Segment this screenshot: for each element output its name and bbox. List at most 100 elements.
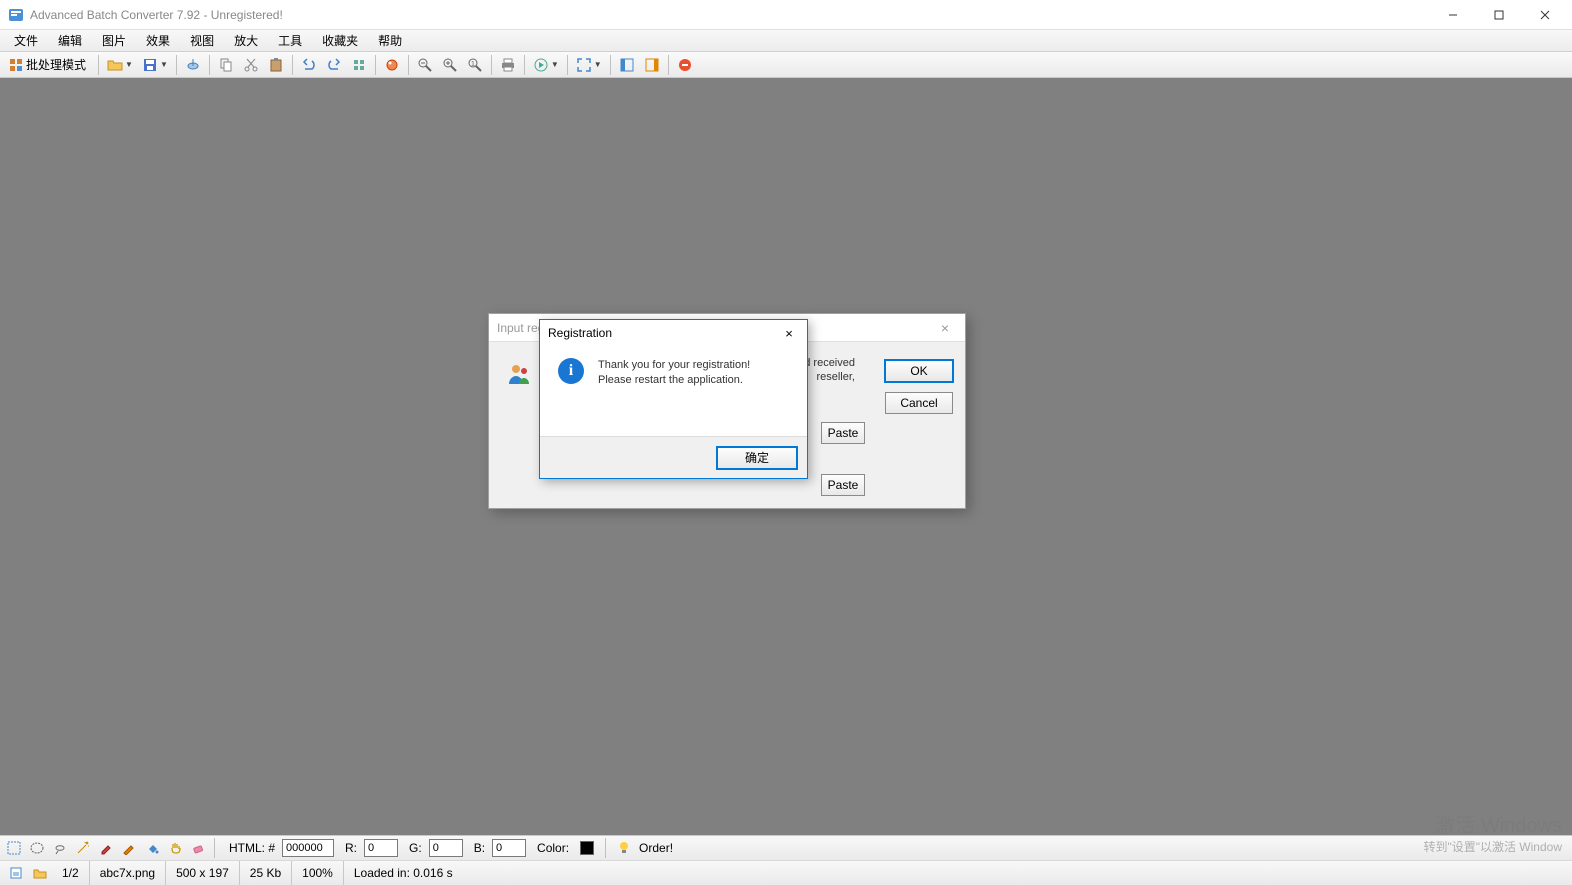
effects-icon [384,57,400,73]
reg-paste-button-1[interactable]: Paste [821,422,865,444]
color-label: Color: [529,841,573,855]
history-button[interactable] [347,54,371,76]
menu-help[interactable]: 帮助 [368,30,412,51]
fullscreen-button[interactable]: ▼ [572,54,606,76]
menu-image[interactable]: 图片 [92,30,136,51]
print-button[interactable] [496,54,520,76]
order-link[interactable]: Order! [635,841,677,855]
reg-cancel-button[interactable]: Cancel [885,392,953,414]
html-color-input[interactable] [282,839,334,857]
r-label: R: [337,841,361,855]
copy-button[interactable] [214,54,238,76]
redo-icon [326,57,342,73]
scanner-icon [185,57,201,73]
minimize-button[interactable] [1430,0,1476,30]
window-title: Advanced Batch Converter 7.92 - Unregist… [30,8,1430,22]
filename: abc7x.png [90,861,166,885]
stop-button[interactable] [673,54,697,76]
reg-dialog-close-button[interactable]: × [933,320,957,336]
menu-view[interactable]: 视图 [180,30,224,51]
save-button[interactable]: ▼ [138,54,172,76]
menu-favorites[interactable]: 收藏夹 [312,30,368,51]
menubar: 文件 编辑 图片 效果 视图 放大 工具 收藏夹 帮助 [0,30,1572,52]
redo-button[interactable] [322,54,346,76]
undo-icon [301,57,317,73]
maximize-button[interactable] [1476,0,1522,30]
panel-left-button[interactable] [615,54,639,76]
zoom-out-button[interactable] [413,54,437,76]
menu-effect[interactable]: 效果 [136,30,180,51]
effects-button[interactable] [380,54,404,76]
reg-ok-button[interactable]: OK [885,360,953,382]
paste-button[interactable] [264,54,288,76]
hand-tool[interactable] [165,838,185,858]
cut-icon [243,57,259,73]
panel-right-icon [644,57,660,73]
save-icon [142,57,158,73]
folder-button[interactable] [30,863,50,883]
registration-alert-dialog: Registration × i Thank you for your regi… [539,319,808,479]
bulb-icon [616,840,632,856]
zoom-level: 100% [292,861,344,885]
page-index: 1/2 [52,861,90,885]
menu-file[interactable]: 文件 [4,30,48,51]
filesize: 25 Kb [240,861,292,885]
alert-ok-button[interactable]: 确定 [717,447,797,469]
alert-close-button[interactable]: × [779,326,799,341]
menu-zoom[interactable]: 放大 [224,30,268,51]
batch-icon [8,57,24,73]
toolbar: 批处理模式 ▼ ▼ 1 ▼ ▼ [0,52,1572,78]
menu-tools[interactable]: 工具 [268,30,312,51]
reg-dialog-title: Input reg [497,321,544,335]
alert-title: Registration [548,326,612,340]
statusbar-tools: HTML: # R: G: B: Color: Order! [0,835,1572,860]
g-label: G: [401,841,426,855]
b-input[interactable] [492,839,526,857]
pencil-tool[interactable] [119,838,139,858]
menu-edit[interactable]: 编辑 [48,30,92,51]
zoom-in-button[interactable] [438,54,462,76]
batch-mode-button[interactable]: 批处理模式 [4,54,94,76]
history-icon [351,57,367,73]
close-button[interactable] [1522,0,1568,30]
r-input[interactable] [364,839,398,857]
windows-activation-overlay: 激活 Windows 转到"设置"以激活 Window [1423,809,1562,855]
fill-tool[interactable] [142,838,162,858]
statusbar-info: 1/2 abc7x.png 500 x 197 25 Kb 100% Loade… [0,860,1572,885]
b-label: B: [466,841,489,855]
copy-icon [218,57,234,73]
stop-icon [677,57,693,73]
zoom-in-icon [442,57,458,73]
select-ellipse-tool[interactable] [27,838,47,858]
panel-right-button[interactable] [640,54,664,76]
cut-button[interactable] [239,54,263,76]
reg-paste-button-2[interactable]: Paste [821,474,865,496]
eyedropper-tool[interactable] [96,838,116,858]
slideshow-icon [533,57,549,73]
zoom-out-icon [417,57,433,73]
g-input[interactable] [429,839,463,857]
batch-mode-label: 批处理模式 [24,56,90,73]
user-icon [507,362,531,386]
zoom-fit-icon: 1 [467,57,483,73]
select-wand-tool[interactable] [73,838,93,858]
fullscreen-icon [576,57,592,73]
info-icon: i [558,358,584,384]
open-button[interactable]: ▼ [103,54,137,76]
eraser-tool[interactable] [188,838,208,858]
svg-text:1: 1 [471,61,475,68]
acquire-button[interactable] [181,54,205,76]
paste-icon [268,57,284,73]
prev-button[interactable] [6,863,26,883]
zoom-fit-button[interactable]: 1 [463,54,487,76]
app-icon [8,7,24,23]
select-lasso-tool[interactable] [50,838,70,858]
panel-left-icon [619,57,635,73]
select-rect-tool[interactable] [4,838,24,858]
slideshow-button[interactable]: ▼ [529,54,563,76]
folder-open-icon [107,57,123,73]
undo-button[interactable] [297,54,321,76]
dimensions: 500 x 197 [166,861,240,885]
color-swatch[interactable] [580,841,594,855]
titlebar: Advanced Batch Converter 7.92 - Unregist… [0,0,1572,30]
